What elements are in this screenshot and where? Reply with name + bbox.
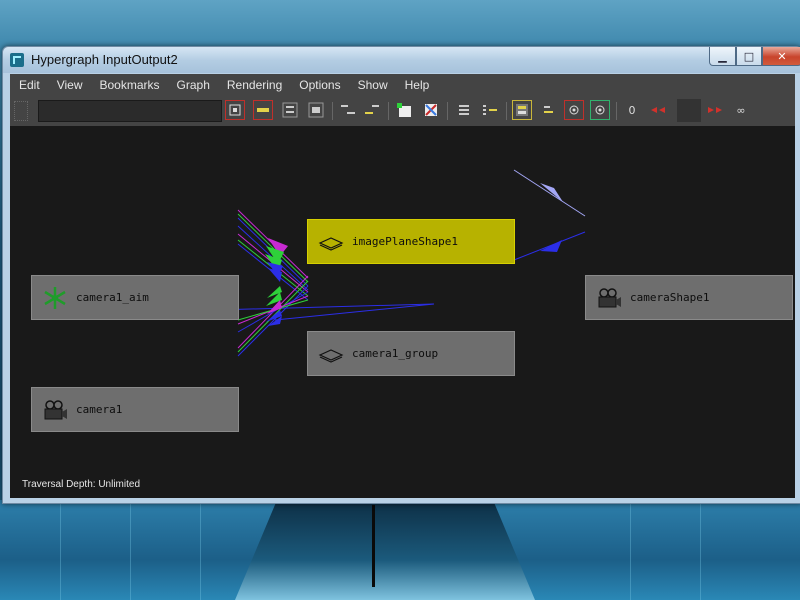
menu-rendering[interactable]: Rendering [218, 78, 290, 92]
window-client: Edit View Bookmarks Graph Rendering Opti… [10, 74, 795, 498]
edge-group-camerashape [513, 231, 586, 261]
menu-show[interactable]: Show [349, 78, 396, 92]
depth-decrease-icon[interactable] [648, 100, 668, 120]
edge-imageplane-camerashape [513, 169, 586, 217]
node-label: imagePlaneShape1 [352, 235, 458, 248]
add-bookmark-icon[interactable] [395, 100, 415, 120]
toggle-swatches-icon[interactable] [512, 100, 532, 120]
node-camera1-group[interactable]: camera1_group [307, 331, 515, 376]
toolbar-handle-icon[interactable] [14, 101, 28, 121]
toolbar-separator [447, 102, 448, 120]
rename-bookmark-icon[interactable] [421, 100, 441, 120]
frame-selection-icon[interactable] [253, 100, 273, 120]
depth-zero-icon[interactable]: 0 [622, 100, 642, 120]
node-camera1[interactable]: camera1 [31, 387, 239, 432]
hypergraph-window: Hypergraph InputOutput2 ▁ □ ✕ Edit View … [2, 46, 800, 504]
toolbar: 0 ∞ [10, 96, 795, 126]
frame-hierarchy-icon[interactable] [280, 100, 300, 120]
menu-options[interactable]: Options [290, 78, 348, 92]
scene-hierarchy-icon[interactable] [454, 100, 474, 120]
next-view-icon[interactable] [362, 100, 382, 120]
node-label: camera1_group [352, 347, 439, 360]
group-icon [318, 349, 344, 363]
traversal-depth-status: Traversal Depth: Unlimited [22, 479, 141, 490]
toolbar-separator [388, 102, 389, 120]
graph-editor-canvas[interactable]: imagePlaneShape1 camera1_aim camera1_gro… [10, 126, 795, 498]
camera-icon [44, 400, 67, 420]
filter-input[interactable] [38, 100, 222, 122]
depth-unlimited-icon[interactable]: ∞ [731, 100, 751, 120]
frame-branch-icon[interactable] [306, 100, 326, 120]
camera-icon [598, 288, 621, 308]
node-label: camera1_aim [76, 291, 149, 304]
title-bar[interactable]: Hypergraph InputOutput2 ▁ □ ✕ [3, 47, 800, 73]
toolbar-separator [506, 102, 507, 120]
wallpaper-pier-line [372, 505, 375, 587]
menu-graph[interactable]: Graph [168, 78, 218, 92]
node-camera1-aim[interactable]: camera1_aim [31, 275, 239, 320]
node-camerashape1[interactable]: cameraShape1 [585, 275, 793, 320]
previous-view-icon[interactable] [338, 100, 358, 120]
maximize-button[interactable]: □ [736, 47, 762, 66]
toggle-inputs-icon[interactable] [538, 100, 558, 120]
input-output-connections-icon[interactable] [480, 100, 500, 120]
minimize-button[interactable]: ▁ [709, 47, 736, 66]
image-plane-icon [318, 237, 344, 251]
menu-help[interactable]: Help [396, 78, 438, 92]
frame-all-icon[interactable] [225, 100, 245, 120]
locator-icon [44, 287, 66, 309]
close-button[interactable]: ✕ [762, 47, 800, 66]
node-imageplaneshape1[interactable]: imagePlaneShape1 [307, 219, 515, 264]
depth-field[interactable] [677, 99, 701, 122]
node-label: camera1 [76, 403, 123, 416]
edge-arrowhead [540, 240, 562, 252]
maya-app-icon [10, 53, 24, 67]
show-outputs-icon[interactable] [590, 100, 610, 120]
node-label: cameraShape1 [630, 291, 710, 304]
depth-increase-icon[interactable] [705, 100, 725, 120]
menu-bookmarks[interactable]: Bookmarks [90, 78, 167, 92]
toolbar-separator [616, 102, 617, 120]
toolbar-separator [332, 102, 333, 120]
show-inputs-icon[interactable] [564, 100, 584, 120]
menu-edit[interactable]: Edit [10, 78, 48, 92]
window-title: Hypergraph InputOutput2 [31, 52, 178, 67]
menu-view[interactable]: View [48, 78, 91, 92]
menu-bar: Edit View Bookmarks Graph Rendering Opti… [10, 74, 795, 96]
wallpaper-pier [235, 500, 535, 600]
